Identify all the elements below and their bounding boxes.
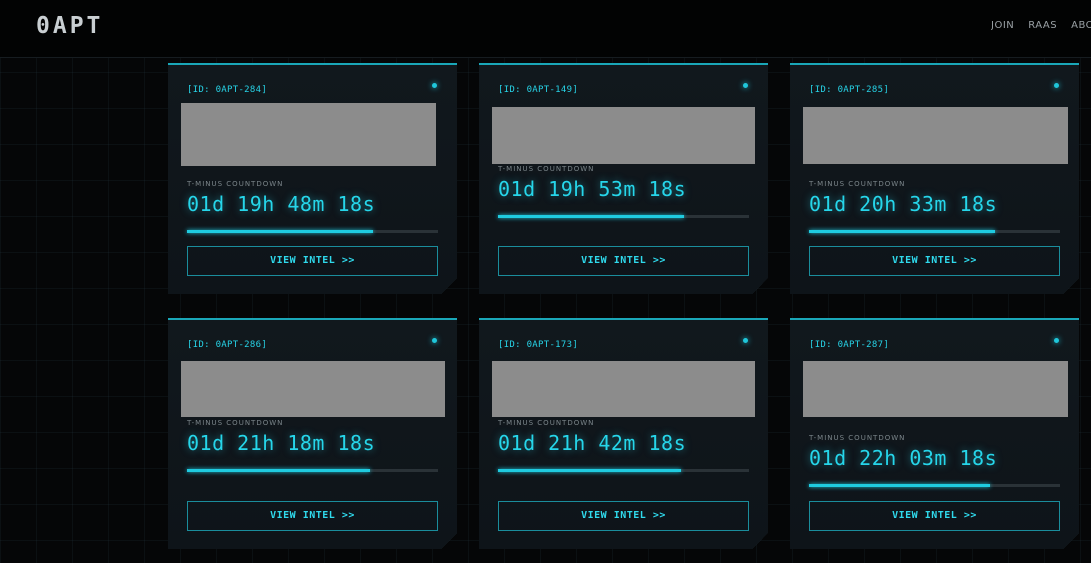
- countdown-progress-fill: [187, 230, 373, 233]
- countdown-progress-bar: [187, 469, 438, 472]
- status-dot-icon: [743, 83, 748, 88]
- target-card: [ID: 0APT-286] T-MINUS COUNTDOWN 01d 21h…: [168, 318, 457, 549]
- countdown-label: T-MINUS COUNTDOWN: [809, 434, 906, 442]
- top-bar: 0APT JOIN RAAS ABOUT: [0, 0, 1091, 58]
- card-thumbnail: [492, 107, 755, 164]
- nav-link-join[interactable]: JOIN: [991, 20, 1014, 31]
- view-intel-button[interactable]: VIEW INTEL >>: [187, 246, 438, 276]
- card-id: [ID: 0APT-284]: [187, 85, 268, 95]
- status-dot-icon: [743, 338, 748, 343]
- card-id: [ID: 0APT-173]: [498, 340, 579, 350]
- countdown-label: T-MINUS COUNTDOWN: [187, 419, 284, 427]
- status-dot-icon: [1054, 338, 1059, 343]
- card-thumbnail: [181, 103, 436, 166]
- view-intel-button[interactable]: VIEW INTEL >>: [498, 501, 749, 531]
- countdown-progress-fill: [498, 469, 681, 472]
- countdown-progress-fill: [809, 484, 990, 487]
- card-id: [ID: 0APT-286]: [187, 340, 268, 350]
- countdown-label: T-MINUS COUNTDOWN: [809, 180, 906, 188]
- countdown-progress-fill: [187, 469, 370, 472]
- target-card: [ID: 0APT-149] T-MINUS COUNTDOWN 01d 19h…: [479, 63, 768, 294]
- countdown-value: 01d 19h 48m 18s: [187, 192, 376, 216]
- countdown-value: 01d 21h 18m 18s: [187, 431, 376, 455]
- view-intel-button[interactable]: VIEW INTEL >>: [809, 246, 1060, 276]
- target-card: [ID: 0APT-285] T-MINUS COUNTDOWN 01d 20h…: [790, 63, 1079, 294]
- nav-link-raas[interactable]: RAAS: [1028, 20, 1057, 31]
- countdown-value: 01d 20h 33m 18s: [809, 192, 998, 216]
- countdown-progress-bar: [498, 215, 749, 218]
- site-logo[interactable]: 0APT: [36, 13, 103, 39]
- countdown-value: 01d 21h 42m 18s: [498, 431, 687, 455]
- countdown-progress-fill: [498, 215, 684, 218]
- view-intel-button[interactable]: VIEW INTEL >>: [809, 501, 1060, 531]
- countdown-progress-bar: [187, 230, 438, 233]
- status-dot-icon: [1054, 83, 1059, 88]
- countdown-progress-bar: [809, 230, 1060, 233]
- status-dot-icon: [432, 83, 437, 88]
- card-id: [ID: 0APT-149]: [498, 85, 579, 95]
- countdown-label: T-MINUS COUNTDOWN: [498, 419, 595, 427]
- card-id: [ID: 0APT-285]: [809, 85, 890, 95]
- target-card: [ID: 0APT-284] T-MINUS COUNTDOWN 01d 19h…: [168, 63, 457, 294]
- main-nav: JOIN RAAS ABOUT: [991, 20, 1091, 31]
- countdown-progress-bar: [809, 484, 1060, 487]
- card-thumbnail: [803, 107, 1068, 164]
- status-dot-icon: [432, 338, 437, 343]
- countdown-progress-fill: [809, 230, 995, 233]
- countdown-label: T-MINUS COUNTDOWN: [498, 165, 595, 173]
- card-thumbnail: [803, 361, 1068, 417]
- card-thumbnail: [181, 361, 445, 417]
- card-thumbnail: [492, 361, 755, 417]
- view-intel-button[interactable]: VIEW INTEL >>: [187, 501, 438, 531]
- countdown-value: 01d 22h 03m 18s: [809, 446, 998, 470]
- view-intel-button[interactable]: VIEW INTEL >>: [498, 246, 749, 276]
- target-card: [ID: 0APT-173] T-MINUS COUNTDOWN 01d 21h…: [479, 318, 768, 549]
- target-card: [ID: 0APT-287] T-MINUS COUNTDOWN 01d 22h…: [790, 318, 1079, 549]
- countdown-label: T-MINUS COUNTDOWN: [187, 180, 284, 188]
- nav-link-about[interactable]: ABOUT: [1071, 20, 1091, 31]
- countdown-progress-bar: [498, 469, 749, 472]
- card-id: [ID: 0APT-287]: [809, 340, 890, 350]
- countdown-value: 01d 19h 53m 18s: [498, 177, 687, 201]
